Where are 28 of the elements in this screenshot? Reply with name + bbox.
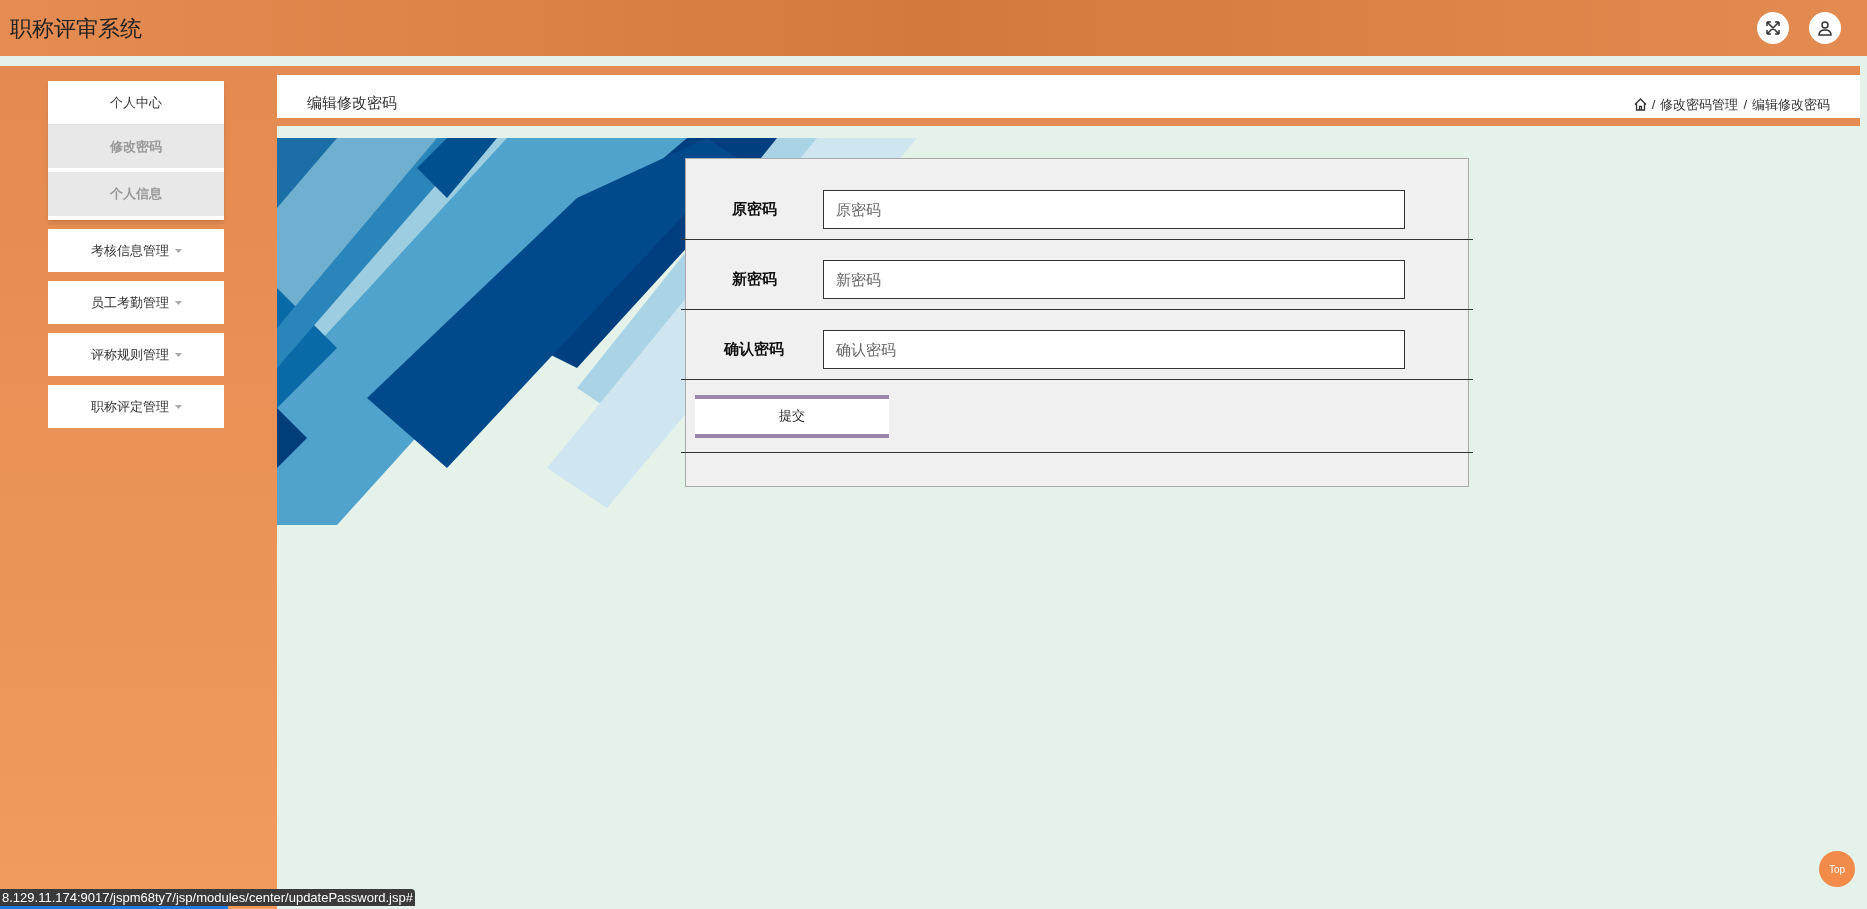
- status-url: 8.129.11.174:9017/jspm68ty7/jsp/modules/center/updatePassword.jsp#: [0, 889, 415, 906]
- fullscreen-button[interactable]: [1757, 12, 1789, 44]
- submit-button[interactable]: 提交: [695, 394, 889, 438]
- user-icon: [1817, 20, 1833, 36]
- password-field[interactable]: 原密码: [823, 190, 1405, 229]
- menu-item[interactable]: 员工考勤管理: [48, 281, 224, 324]
- page-title: 编辑修改密码: [307, 92, 397, 113]
- password-field[interactable]: 新密码: [823, 260, 1405, 299]
- breadcrumb-separator: /: [1743, 95, 1747, 114]
- caret-icon: [174, 248, 182, 253]
- caret-icon: [174, 352, 182, 357]
- caret-icon: [174, 404, 182, 409]
- menu-item[interactable]: 考核信息管理: [48, 229, 224, 272]
- caret-icon: [174, 300, 182, 305]
- breadcrumb-link[interactable]: 修改密码管理: [1660, 94, 1739, 114]
- home-icon[interactable]: [1633, 97, 1647, 111]
- field-label: 确认密码: [722, 340, 785, 360]
- menu-item[interactable]: 职称评定管理: [48, 385, 224, 428]
- field-label: 新密码: [730, 270, 778, 290]
- menu-item[interactable]: 评称规则管理: [48, 333, 224, 376]
- app-title: 职称评审系统: [10, 14, 142, 43]
- breadcrumb-separator: /: [1651, 95, 1656, 114]
- expand-icon: [1765, 20, 1781, 36]
- user-button[interactable]: [1809, 12, 1841, 44]
- menu-item[interactable]: 个人中心: [48, 81, 224, 124]
- field-label: 原密码: [730, 200, 778, 220]
- password-field[interactable]: 确认密码: [823, 330, 1405, 369]
- breadcrumb-link[interactable]: 编辑修改密码: [1752, 94, 1830, 114]
